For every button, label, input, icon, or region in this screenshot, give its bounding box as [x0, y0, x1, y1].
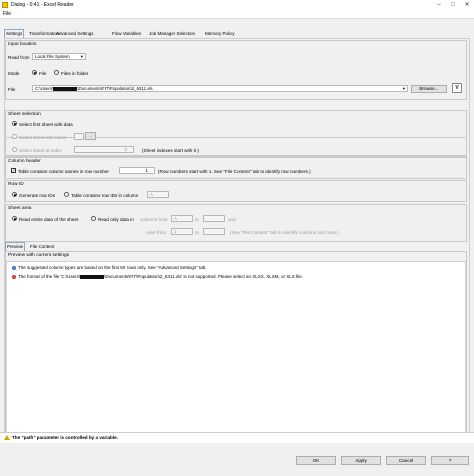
generate-row-ids-radio[interactable] [12, 192, 17, 197]
error-suffix: \Documents\FIT\Population\2_6311.xls' is… [104, 274, 304, 279]
chevron-down-icon: ▾ [80, 54, 83, 59]
generate-row-ids-label: Generate row IDs [19, 193, 55, 198]
read-from-label: Read from [8, 55, 30, 60]
minimize-icon[interactable]: – [432, 0, 446, 10]
file-path-input[interactable]: C:\Users\ \Documents\FIT\Population\2_631… [32, 85, 408, 92]
group-label: Row ID [8, 182, 24, 187]
flow-variable-button[interactable]: V [452, 83, 462, 93]
app-icon [2, 2, 8, 8]
group-label: Preview with current settings [8, 253, 70, 258]
contains-row-ids-label: Table contains row IDs in column [71, 193, 139, 198]
info-message-text: The suggested column types are based on … [18, 265, 207, 270]
column-names-row-value: 1 [145, 168, 148, 173]
sheet-area-group: Sheet area [5, 204, 467, 242]
window-title: Dialog - 0:41 - Excel Reader [11, 2, 74, 8]
first-sheet-label: Select first sheet with data [19, 122, 73, 127]
chevron-down-icon: ▾ [402, 86, 405, 91]
row-id-group: Row ID [5, 180, 467, 202]
tab-flow-variables[interactable]: Flow Variables [111, 30, 142, 38]
group-label: Sheet selection [8, 112, 41, 117]
cancel-button[interactable]: Cancel [386, 456, 426, 465]
file-label: File [8, 87, 16, 92]
columns-to-label: to [195, 217, 199, 222]
dialog-footer: OK Apply Cancel ? [0, 452, 474, 468]
tab-advanced-settings[interactable]: Advanced Settings [55, 30, 95, 38]
sheet-index-value: 0 [124, 147, 127, 152]
status-bar: The "path" parameter is controlled by a … [0, 432, 474, 443]
tab-job-manager-selection[interactable]: Job Manager Selection [148, 30, 196, 38]
variable-icon: V [455, 85, 459, 91]
path-prefix: C:\Users\ [35, 86, 54, 91]
status-text: The "path" parameter is controlled by a … [12, 435, 118, 440]
rows-to-input[interactable] [203, 228, 225, 235]
tab-memory-policy[interactable]: Memory Policy [204, 30, 236, 38]
columns-to-input[interactable] [203, 215, 225, 222]
group-label: Column header [8, 159, 41, 164]
sheet-name-radio[interactable] [12, 134, 17, 139]
first-sheet-radio[interactable] [12, 121, 17, 126]
column-header-hint: (Row numbers start with 1. See "File Con… [158, 169, 311, 174]
mode-label: Mode [8, 71, 20, 76]
column-header-group: Column header [5, 157, 467, 179]
sheet-name-label: Select sheet with name [19, 135, 67, 140]
column-names-checkbox[interactable]: ✓ [11, 168, 16, 173]
sheet-index-hint: (Sheet indexes start with 0.) [142, 148, 199, 153]
rows-from-input[interactable]: 1 [171, 228, 193, 235]
group-label: Sheet area [8, 206, 32, 211]
sheet-index-label: Select sheet at index [19, 148, 62, 153]
mode-folder-label: Files in folder [61, 71, 89, 76]
browse-button[interactable]: Browse... [411, 85, 447, 93]
info-icon: i [12, 265, 16, 270]
group-label: Input location [8, 42, 37, 47]
columns-from-value: A [174, 216, 177, 221]
column-names-label: Table contains column names in row numbe… [18, 169, 109, 174]
maximize-icon[interactable]: □ [446, 0, 460, 10]
column-names-row-input[interactable]: 1 [119, 167, 155, 174]
close-icon[interactable]: ✕ [460, 0, 474, 10]
ok-button[interactable]: OK [296, 456, 336, 465]
and-label: and [228, 217, 236, 222]
row-id-column-input[interactable]: A [147, 191, 169, 198]
info-message: i The suggested column types are based on… [12, 265, 206, 270]
help-button[interactable]: ? [431, 456, 469, 465]
columns-from-input[interactable]: A [171, 215, 193, 222]
row-id-column-value: A [150, 192, 153, 197]
mode-file-label: File [39, 71, 47, 76]
rows-from-value: 1 [174, 229, 177, 234]
menu-file[interactable]: File [3, 11, 11, 17]
sheet-index-radio[interactable] [12, 147, 17, 152]
error-prefix: The format of the file 'C:\Users\ [18, 274, 81, 279]
sheet-area-hint: (See "File Content" tab to identify colu… [230, 230, 339, 235]
redacted-username [80, 274, 105, 279]
menu-bar: File [0, 10, 474, 19]
sheet-index-input[interactable]: 0 [74, 146, 134, 153]
read-entire-radio[interactable] [12, 216, 17, 221]
mode-folder-radio[interactable] [54, 70, 59, 75]
mode-file-radio[interactable] [32, 70, 37, 75]
path-suffix: \Documents\FIT\Population\2_6311.xls [77, 86, 153, 91]
read-entire-label: Read entire data of the sheet [19, 217, 79, 222]
warning-icon [4, 435, 10, 440]
read-from-select[interactable]: Local File System ▾ [32, 53, 86, 60]
sheet-name-select[interactable] [74, 133, 84, 140]
read-only-radio[interactable] [91, 216, 96, 221]
columns-from-label: columns from [140, 217, 168, 222]
rows-to-label: to [195, 230, 199, 235]
title-bar: Dialog - 0:41 - Excel Reader – □ ✕ [0, 0, 474, 10]
error-message: ! The format of the file 'C:\Users\ \Docum… [12, 274, 303, 279]
sheet-name-button[interactable]: ... [85, 132, 96, 140]
preview-message-area: i The suggested column types are based on… [6, 261, 466, 433]
tab-file-content[interactable]: File Content [29, 243, 55, 251]
read-only-label: Read only data in [98, 217, 134, 222]
rows-from-label: rows from [146, 230, 167, 235]
redacted-username [53, 86, 78, 91]
read-from-value: Local File System [35, 54, 70, 59]
error-icon: ! [12, 274, 16, 279]
contains-row-ids-radio[interactable] [64, 192, 69, 197]
apply-button[interactable]: Apply [341, 456, 381, 465]
